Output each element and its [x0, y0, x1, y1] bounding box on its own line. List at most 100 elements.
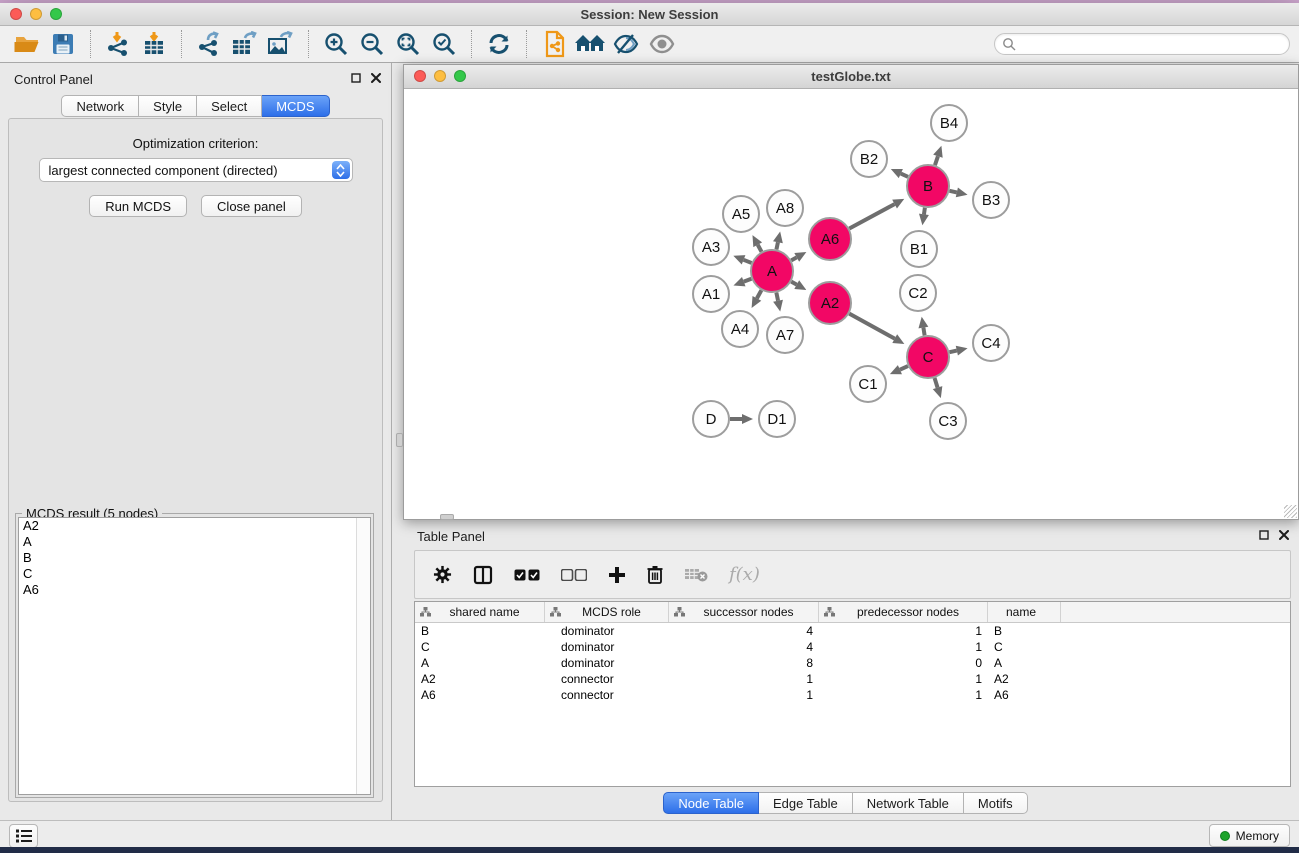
export-image-icon[interactable] — [263, 29, 299, 59]
graph-edge-arrowhead — [918, 317, 928, 329]
result-list-item[interactable]: B — [19, 550, 370, 566]
zoom-fit-icon[interactable] — [390, 29, 426, 59]
graph-edge-arrowhead — [773, 232, 783, 244]
zoom-in-icon[interactable] — [318, 29, 354, 59]
column-header-predecessor-nodes[interactable]: predecessor nodes — [819, 602, 988, 622]
refresh-layout-icon[interactable] — [481, 29, 517, 59]
result-list-item[interactable]: A — [19, 534, 370, 550]
new-network-from-file-icon[interactable] — [536, 29, 572, 59]
tab-network[interactable]: Network — [61, 95, 139, 117]
table-cell: 1 — [669, 688, 819, 702]
float-table-panel-icon[interactable] — [1259, 530, 1269, 540]
graph-edge-A-A6[interactable] — [791, 257, 796, 260]
result-list-item[interactable]: C — [19, 566, 370, 582]
graph-edge-B-B2[interactable] — [901, 174, 908, 177]
result-list-item[interactable]: A6 — [19, 582, 370, 598]
close-network-button[interactable] — [414, 70, 426, 82]
network-window-title: testGlobe.txt — [404, 69, 1298, 84]
table-row[interactable]: A2connector11A2 — [415, 671, 1290, 687]
memory-button[interactable]: Memory — [1209, 824, 1290, 847]
zoom-selected-icon[interactable] — [426, 29, 462, 59]
column-header-successor-nodes[interactable]: successor nodes — [669, 602, 819, 622]
graph-node-label: B — [923, 178, 933, 195]
table-cell: dominator — [545, 624, 669, 638]
graph-edge-A-A7[interactable] — [776, 293, 778, 301]
minimize-window-button[interactable] — [30, 8, 42, 20]
graph-edge-A-A8[interactable] — [776, 242, 777, 249]
task-history-button[interactable] — [9, 824, 38, 848]
toolbar-search-field[interactable] — [994, 33, 1290, 55]
tab-network-table[interactable]: Network Table — [853, 792, 964, 814]
graph-node-label: A4 — [731, 321, 749, 338]
add-column-icon[interactable] — [608, 566, 626, 584]
table-cell: 4 — [669, 624, 819, 638]
tab-edge-table[interactable]: Edge Table — [759, 792, 853, 814]
graph-edge-C-C3[interactable] — [935, 378, 938, 388]
result-list-scrollbar[interactable] — [356, 518, 370, 794]
table-row[interactable]: Adominator80A — [415, 655, 1290, 671]
zoom-network-button[interactable] — [454, 70, 466, 82]
home-icon[interactable] — [572, 29, 608, 59]
export-table-icon[interactable] — [227, 29, 263, 59]
tab-motifs[interactable]: Motifs — [964, 792, 1028, 814]
toolbar-separator — [471, 30, 472, 58]
table-row[interactable]: A6connector11A6 — [415, 687, 1290, 703]
table-row[interactable]: Bdominator41B — [415, 623, 1290, 639]
table-panel-header: Table Panel — [392, 520, 1299, 552]
graph-node-label: A5 — [732, 206, 750, 223]
import-network-icon[interactable] — [100, 29, 136, 59]
resize-grip-icon[interactable] — [1284, 505, 1297, 518]
deselect-all-icon[interactable] — [561, 569, 587, 581]
network-canvas[interactable]: B4B2BB3A8A5A6A3B1AA1C2A2A4A7C4CC1C3DD1 — [404, 89, 1298, 519]
open-session-icon[interactable] — [9, 29, 45, 59]
tab-mcds[interactable]: MCDS — [262, 95, 329, 117]
run-mcds-button[interactable]: Run MCDS — [89, 195, 187, 217]
column-attribute-icon — [420, 607, 431, 617]
import-table-icon[interactable] — [136, 29, 172, 59]
search-input[interactable] — [1016, 37, 1282, 51]
graph-edge-A-A1[interactable] — [744, 279, 752, 282]
float-panel-icon[interactable] — [351, 73, 361, 83]
graph-edge-A-A5[interactable] — [758, 245, 762, 252]
table-settings-gear-icon[interactable] — [433, 565, 452, 584]
graph-edge-A6-B[interactable] — [849, 204, 894, 228]
delete-trash-icon[interactable] — [647, 565, 663, 584]
splitter-handle-vertical[interactable] — [396, 433, 403, 447]
traffic-lights — [10, 8, 62, 20]
graph-edge-B-B4[interactable] — [935, 156, 938, 165]
graph-edge-B-B1[interactable] — [924, 208, 925, 215]
graph-edge-A-A3[interactable] — [744, 260, 752, 263]
graph-edge-A-A4[interactable] — [757, 290, 761, 298]
show-graphics-details-icon[interactable] — [644, 29, 680, 59]
zoom-window-button[interactable] — [50, 8, 62, 20]
save-session-icon[interactable] — [45, 29, 81, 59]
close-panel-icon[interactable] — [371, 73, 381, 83]
close-table-panel-icon[interactable] — [1279, 530, 1289, 540]
graph-edge-C-C2[interactable] — [923, 328, 924, 336]
optimization-criterion-dropdown[interactable]: largest connected component (directed) — [39, 158, 353, 182]
graph-edge-A-A2[interactable] — [791, 282, 796, 285]
table-cell: 4 — [669, 640, 819, 654]
select-all-icon[interactable] — [514, 569, 540, 581]
column-header-shared-name[interactable]: shared name — [415, 602, 545, 622]
network-window-titlebar: testGlobe.txt — [404, 65, 1298, 89]
zoom-out-icon[interactable] — [354, 29, 390, 59]
result-list-item[interactable]: A2 — [19, 518, 370, 534]
tab-select[interactable]: Select — [197, 95, 262, 117]
hide-graphics-details-icon[interactable] — [608, 29, 644, 59]
table-cell: C — [415, 640, 545, 654]
column-header-name[interactable]: name — [988, 602, 1061, 622]
column-header-MCDS-role[interactable]: MCDS role — [545, 602, 669, 622]
table-row[interactable]: Cdominator41C — [415, 639, 1290, 655]
graph-edge-C-C1[interactable] — [900, 366, 908, 370]
show-columns-icon[interactable] — [473, 565, 493, 585]
graph-edge-C-C4[interactable] — [949, 351, 956, 353]
close-panel-button[interactable]: Close panel — [201, 195, 302, 217]
export-network-icon[interactable] — [191, 29, 227, 59]
tab-node-table[interactable]: Node Table — [663, 792, 759, 814]
graph-edge-A2-C[interactable] — [849, 314, 894, 339]
minimize-network-button[interactable] — [434, 70, 446, 82]
close-window-button[interactable] — [10, 8, 22, 20]
tab-style[interactable]: Style — [139, 95, 197, 117]
graph-edge-B-B3[interactable] — [949, 191, 956, 193]
